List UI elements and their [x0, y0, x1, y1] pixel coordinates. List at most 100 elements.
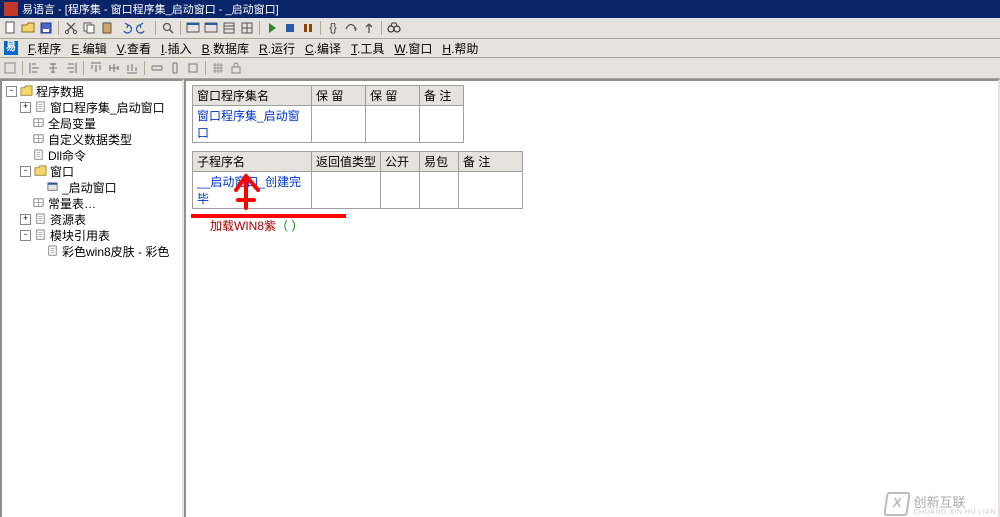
tree-label: 模块引用表: [50, 227, 110, 244]
app-view-icon[interactable]: [203, 20, 219, 36]
toolbar-separator: [144, 61, 145, 75]
snap-grid-icon[interactable]: [210, 60, 226, 76]
collapse-icon[interactable]: -: [20, 166, 31, 177]
step-over-icon[interactable]: [343, 20, 359, 36]
undo-icon[interactable]: [117, 20, 133, 36]
tree-item[interactable]: _启动窗口: [2, 179, 182, 195]
menu-查看[interactable]: V.查看: [113, 39, 155, 58]
same-height-icon[interactable]: [167, 60, 183, 76]
cut-icon[interactable]: [63, 20, 79, 36]
toolbar-separator: [58, 21, 59, 35]
align-left-icon[interactable]: [27, 60, 43, 76]
subroutine-table: 子程序名 返回值类型 公开 易包 备 注 __启动窗口_创建完毕: [192, 151, 523, 209]
expand-icon[interactable]: +: [20, 214, 31, 225]
copy-icon[interactable]: [81, 20, 97, 36]
same-size-icon[interactable]: [185, 60, 201, 76]
align-center-h-icon[interactable]: [45, 60, 61, 76]
tree-item[interactable]: 常量表…: [2, 195, 182, 211]
align-bottom-icon[interactable]: [124, 60, 140, 76]
cell[interactable]: [459, 172, 523, 209]
paren: （ ）: [276, 219, 303, 233]
step-out-icon[interactable]: [361, 20, 377, 36]
new-file-icon[interactable]: [2, 20, 18, 36]
table-row[interactable]: __启动窗口_创建完毕: [193, 172, 523, 209]
tree-label: 彩色win8皮肤 - 彩色: [62, 243, 169, 260]
tree-item[interactable]: 彩色win8皮肤 - 彩色: [2, 243, 182, 259]
align-top-icon[interactable]: [88, 60, 104, 76]
window-title: 易语言 - [程序集 - 窗口程序集_启动窗口 - _启动窗口]: [22, 1, 279, 17]
cell[interactable]: [381, 172, 420, 209]
tree-label: 全局变量: [48, 115, 96, 132]
cell[interactable]: 窗口程序集_启动窗口: [193, 106, 312, 143]
tree-item[interactable]: +窗口程序集_启动窗口: [2, 99, 182, 115]
col-header: 备 注: [459, 152, 523, 172]
doc-icon: [32, 149, 45, 161]
tree-item[interactable]: Dll命令: [2, 147, 182, 163]
stop-icon[interactable]: [282, 20, 298, 36]
same-width-icon[interactable]: [149, 60, 165, 76]
menu-编辑[interactable]: E.编辑: [67, 39, 110, 58]
run-icon[interactable]: [264, 20, 280, 36]
align-center-v-icon[interactable]: [106, 60, 122, 76]
watermark-text: 创新互联: [913, 495, 965, 510]
program-set-table: 窗口程序集名 保 留 保 留 备 注 窗口程序集_启动窗口: [192, 85, 464, 143]
collapse-icon[interactable]: -: [20, 230, 31, 241]
redo-icon[interactable]: [135, 20, 151, 36]
tree-item[interactable]: 自定义数据类型: [2, 131, 182, 147]
watermark-subtext: CHUANG XIN HU LIAN: [913, 509, 996, 516]
lock-icon[interactable]: [228, 60, 244, 76]
tree-item[interactable]: + 资源表: [2, 211, 182, 227]
menu-程序[interactable]: F.程序: [24, 39, 65, 58]
menu-帮助[interactable]: H.帮助: [438, 39, 482, 58]
menu-窗口[interactable]: W.窗口: [390, 39, 436, 58]
list-view-icon[interactable]: [221, 20, 237, 36]
col-header: 易包: [420, 152, 459, 172]
col-header: 窗口程序集名: [193, 86, 312, 106]
find-icon[interactable]: [160, 20, 176, 36]
toolbar-separator: [180, 21, 181, 35]
menu-工具[interactable]: T.工具: [347, 39, 388, 58]
grid-icon: [32, 197, 45, 209]
tree-item[interactable]: 全局变量: [2, 115, 182, 131]
menu-编译[interactable]: C.编译: [301, 39, 345, 58]
cell[interactable]: [420, 106, 464, 143]
open-file-icon[interactable]: [20, 20, 36, 36]
paste-icon[interactable]: [99, 20, 115, 36]
code-line[interactable]: 加载WIN8紫（ ）: [210, 217, 992, 234]
cell[interactable]: [312, 172, 381, 209]
doc-icon: [46, 245, 59, 257]
form-view-icon[interactable]: [185, 20, 201, 36]
tree-label: 资源表: [50, 211, 86, 228]
expand-icon[interactable]: +: [20, 102, 31, 113]
panel-icon[interactable]: [2, 60, 18, 76]
tree-item[interactable]: - 窗口: [2, 163, 182, 179]
title-bar: 易语言 - [程序集 - 窗口程序集_启动窗口 - _启动窗口]: [0, 0, 1000, 18]
collapse-icon[interactable]: -: [6, 86, 17, 97]
cell[interactable]: [312, 106, 366, 143]
cell[interactable]: [420, 172, 459, 209]
menu-运行[interactable]: R.运行: [255, 39, 299, 58]
save-icon[interactable]: [38, 20, 54, 36]
function-call: 加载WIN8紫: [210, 219, 276, 233]
cell[interactable]: __启动窗口_创建完毕: [193, 172, 312, 209]
tree-item[interactable]: -程序数据: [2, 83, 182, 99]
menu-插入[interactable]: I.插入: [157, 39, 196, 58]
toolbar-separator: [205, 61, 206, 75]
grid-icon: [32, 133, 45, 145]
doc-icon: [34, 229, 47, 241]
grid-view-icon[interactable]: [239, 20, 255, 36]
toolbar-secondary: [0, 58, 1000, 79]
step-into-icon[interactable]: {}: [325, 20, 341, 36]
tree-label: 窗口: [50, 163, 74, 180]
cell[interactable]: [366, 106, 420, 143]
doc-icon: [34, 213, 47, 225]
menu-数据库[interactable]: B.数据库: [198, 39, 253, 58]
tree-label: Dll命令: [48, 147, 86, 164]
toolbar-separator: [381, 21, 382, 35]
pause-icon[interactable]: [300, 20, 316, 36]
binoculars-icon[interactable]: [386, 20, 402, 36]
tree-item[interactable]: - 模块引用表: [2, 227, 182, 243]
table-row[interactable]: 窗口程序集_启动窗口: [193, 106, 464, 143]
align-right-icon[interactable]: [63, 60, 79, 76]
content-area: -程序数据+窗口程序集_启动窗口全局变量自定义数据类型Dll命令-窗口_启动窗口…: [0, 79, 1000, 517]
